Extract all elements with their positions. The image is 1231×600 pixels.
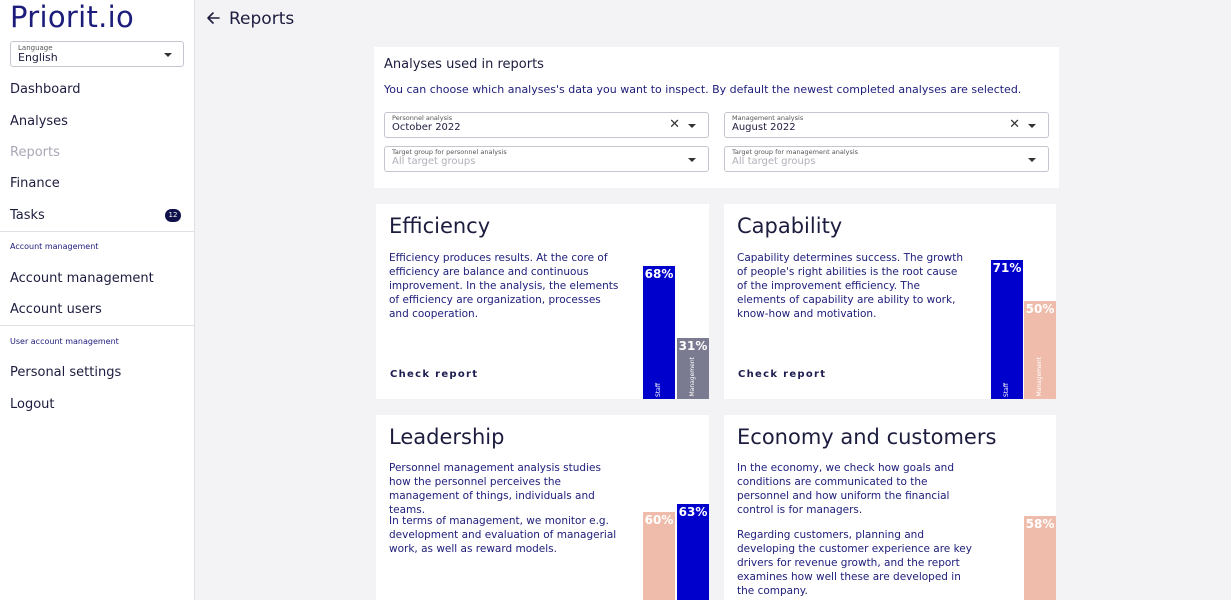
bar-value: 60%	[644, 513, 674, 527]
card-title: Leadership	[389, 425, 505, 449]
analyses-panel-title: Analyses used in reports	[384, 57, 544, 72]
nav-tasks[interactable]: Tasks	[10, 208, 45, 223]
bar-staff: 63%	[677, 504, 709, 600]
language-select-value: English	[18, 51, 58, 64]
nav-analyses[interactable]: Analyses	[10, 114, 68, 129]
personnel-analysis-select[interactable]: Personnel analysis October 2022 ✕	[384, 112, 709, 138]
bar-value: 58%	[1025, 517, 1055, 531]
analyses-panel-description: You can choose which analyses's data you…	[384, 83, 1022, 96]
chevron-down-icon	[164, 53, 172, 57]
card-description: Capability determines success. The growt…	[737, 252, 964, 320]
nav-personal-settings[interactable]: Personal settings	[10, 365, 121, 380]
target-group-personnel-select[interactable]: Target group for personnel analysis All …	[384, 146, 709, 172]
bar-value: 71%	[992, 261, 1022, 275]
bar-label: Staff	[1003, 383, 1010, 397]
bar-staff: 68% Staff	[643, 266, 675, 399]
arrow-left-icon[interactable]	[206, 10, 220, 26]
nav-finance[interactable]: Finance	[10, 176, 60, 191]
card-description: Personnel management analysis studies ho…	[389, 462, 601, 516]
card-description: Efficiency produces results. At the core…	[389, 252, 619, 320]
target-group-management-placeholder: All target groups	[732, 156, 816, 167]
personnel-analysis-value: October 2022	[392, 122, 461, 133]
card-description: Regarding customers, planning and develo…	[737, 529, 972, 597]
report-card-leadership: Leadership Personnel management analysis…	[376, 415, 709, 600]
chevron-down-icon[interactable]	[1028, 158, 1036, 162]
check-report-link[interactable]: Check report	[738, 369, 826, 380]
management-analysis-value: August 2022	[732, 122, 796, 133]
sidebar: Priorit.io Language English Dashboard An…	[0, 0, 195, 600]
nav-account-users[interactable]: Account users	[10, 302, 102, 317]
chevron-down-icon[interactable]	[688, 124, 696, 128]
bar-label: Management	[689, 357, 696, 397]
bar-value: 63%	[678, 505, 708, 519]
report-card-capability: Capability Capability determines success…	[724, 204, 1056, 399]
tasks-count-badge: 12	[165, 209, 181, 222]
card-description: In terms of management, we monitor e.g. …	[389, 515, 617, 555]
page-title: Reports	[229, 9, 295, 29]
nav-reports[interactable]: Reports	[10, 145, 60, 160]
nav-account-management[interactable]: Account management	[10, 271, 154, 286]
nav-logout[interactable]: Logout	[10, 397, 55, 412]
bar-value: 50%	[1025, 302, 1055, 316]
bar-label: Staff	[655, 383, 662, 397]
bar-label: Management	[1036, 357, 1043, 397]
bar-management: 58%	[1024, 516, 1056, 600]
nav-dashboard[interactable]: Dashboard	[10, 82, 81, 97]
section-label-account: Account management	[10, 242, 99, 251]
sidebar-divider	[0, 325, 194, 326]
bar-management: 31% Management	[677, 338, 709, 399]
check-report-link[interactable]: Check report	[390, 369, 478, 380]
report-card-economy-customers: Economy and customers In the economy, we…	[724, 415, 1056, 600]
clear-icon[interactable]: ✕	[1009, 118, 1020, 132]
chevron-down-icon[interactable]	[688, 158, 696, 162]
target-group-personnel-placeholder: All target groups	[392, 156, 476, 167]
section-label-user: User account management	[10, 337, 119, 346]
personnel-analysis-label: Personnel analysis	[392, 114, 453, 122]
bar-staff: 71% Staff	[991, 260, 1023, 399]
card-title: Efficiency	[389, 214, 491, 238]
report-card-efficiency: Efficiency Efficiency produces results. …	[376, 204, 709, 399]
target-group-management-select[interactable]: Target group for management analysis All…	[724, 146, 1049, 172]
bar-management: 60%	[643, 512, 675, 600]
app-logo[interactable]: Priorit.io	[10, 0, 134, 34]
bar-value: 31%	[678, 339, 708, 353]
bar-value: 68%	[644, 267, 674, 281]
target-group-personnel-label: Target group for personnel analysis	[392, 148, 507, 156]
analyses-panel: Analyses used in reports You can choose …	[374, 47, 1059, 188]
card-description: In the economy, we check how goals and c…	[737, 462, 954, 516]
card-title: Economy and customers	[737, 425, 997, 449]
card-title: Capability	[737, 214, 843, 238]
chevron-down-icon[interactable]	[1028, 124, 1036, 128]
target-group-management-label: Target group for management analysis	[732, 148, 859, 156]
clear-icon[interactable]: ✕	[669, 118, 680, 132]
bar-management: 50% Management	[1024, 301, 1056, 399]
management-analysis-select[interactable]: Management analysis August 2022 ✕	[724, 112, 1049, 138]
language-select[interactable]: Language English	[10, 41, 184, 67]
sidebar-divider	[0, 231, 194, 232]
management-analysis-label: Management analysis	[732, 114, 804, 122]
